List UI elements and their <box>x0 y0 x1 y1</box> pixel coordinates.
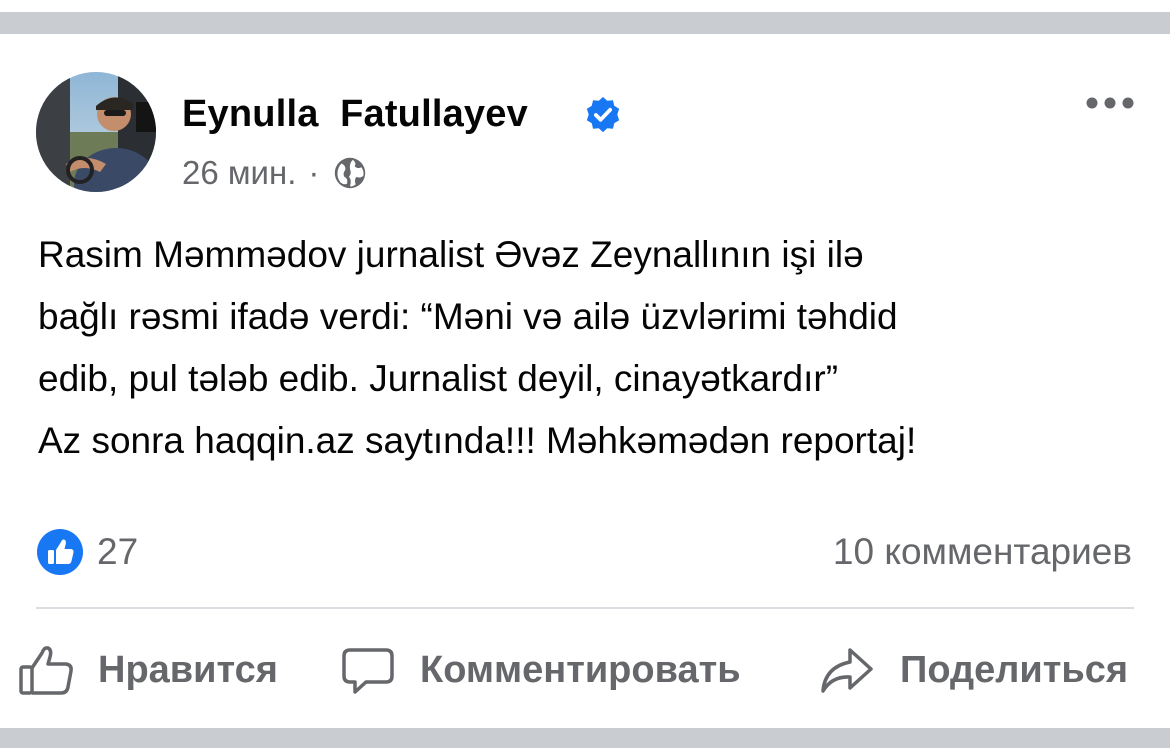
post-text-line: bağlı rəsmi ifadə verdi: “Məni və ailə ü… <box>38 296 898 337</box>
feed-bottom-separator <box>0 728 1170 748</box>
post-timestamp[interactable]: 26 мин. <box>182 154 296 192</box>
post-body-text: Rasim Məmmədov jurnalist Əvəz Zeynallını… <box>38 224 1138 472</box>
comment-count-link[interactable]: 10 комментариев <box>833 528 1132 576</box>
author-name[interactable]: Eynulla Fatullayev <box>182 93 528 136</box>
feed-post: Eynulla Fatullayev 26 мин. · Rasim Məmmə… <box>0 38 1170 728</box>
post-text-line: edib, pul tələb edib. Jurnalist deyil, c… <box>38 358 839 399</box>
thumbs-up-icon <box>19 646 73 695</box>
share-button-label: Поделиться <box>900 648 1129 691</box>
actions-divider <box>36 607 1134 609</box>
like-button[interactable]: Нравится <box>18 638 278 702</box>
avatar-photo <box>36 72 156 192</box>
post-text-line: Rasim Məmmədov jurnalist Əvəz Zeynallını… <box>38 234 864 275</box>
comment-button-label: Комментировать <box>420 648 741 691</box>
like-reaction-icon[interactable] <box>36 528 84 576</box>
post-meta: 26 мин. · <box>182 154 369 192</box>
share-button[interactable]: Поделиться <box>820 638 1128 702</box>
meta-separator: · <box>308 154 320 191</box>
post-text-line: Az sonra haqqin.az saytında!!! Məhkəmədə… <box>38 420 917 461</box>
like-button-label: Нравится <box>98 648 278 691</box>
separator-stripe <box>0 12 1170 34</box>
comment-bubble-icon <box>342 648 394 694</box>
share-arrow-icon <box>821 648 873 693</box>
feed-top-separator <box>0 0 1170 38</box>
comment-button[interactable]: Комментировать <box>340 638 741 702</box>
verified-badge-icon <box>586 96 620 133</box>
author-avatar[interactable] <box>36 72 156 192</box>
more-options-icon[interactable] <box>1082 88 1138 118</box>
globe-icon[interactable] <box>331 154 369 192</box>
like-count[interactable]: 27 <box>97 528 138 576</box>
